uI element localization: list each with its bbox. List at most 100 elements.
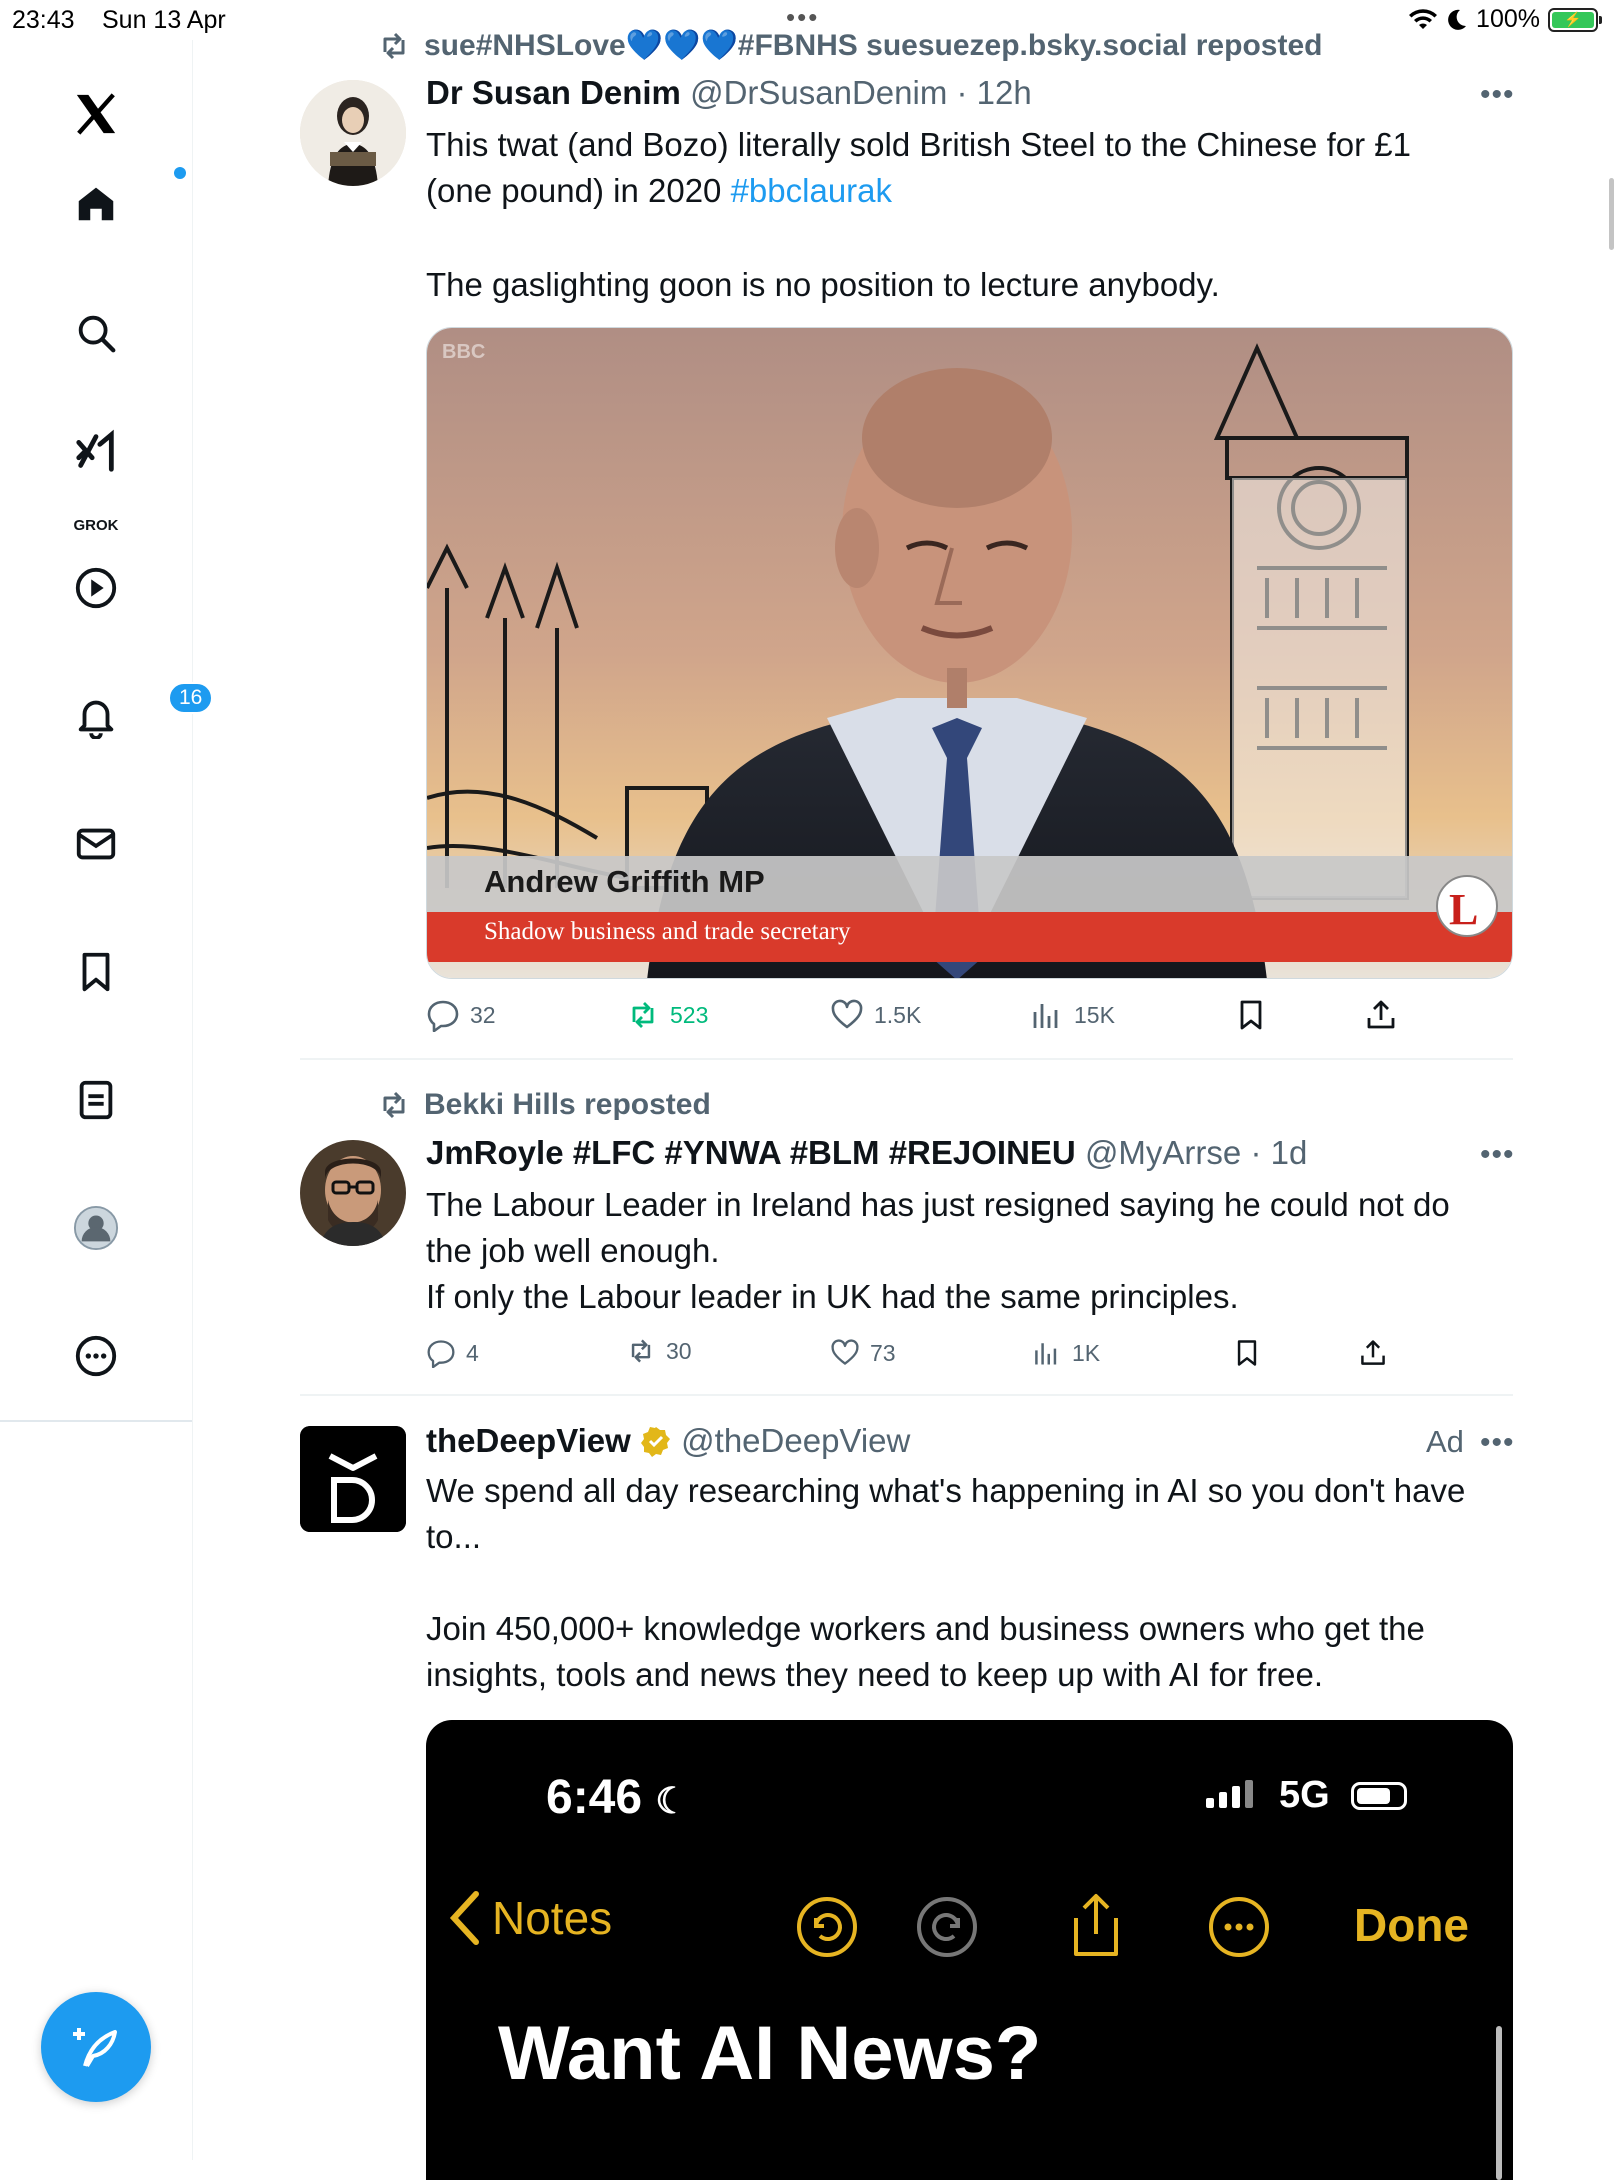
reply-button[interactable]: 32	[426, 998, 496, 1032]
bookmarks-icon[interactable]	[70, 946, 122, 998]
repost-button[interactable]: 523	[626, 998, 708, 1032]
repost-button[interactable]: 30	[626, 1336, 692, 1366]
reply-button[interactable]: 4	[426, 1338, 479, 1368]
reply-count: 32	[470, 1001, 496, 1028]
notes-back-label: Notes	[492, 1892, 613, 1944]
tweet-divider	[300, 1058, 1513, 1060]
deepview-logo-icon	[300, 1426, 406, 1532]
verified-badge-icon	[640, 1427, 670, 1457]
like-button[interactable]: 73	[830, 1338, 896, 1368]
profile-avatar-icon[interactable]	[70, 1202, 122, 1254]
network-type: 5G	[1279, 1774, 1330, 1816]
bookmark-icon	[1240, 1000, 1262, 1030]
display-name[interactable]: JmRoyle #LFC #YNWA #BLM #REJOINEU	[426, 1134, 1076, 1171]
bookmark-button[interactable]	[1234, 998, 1268, 1032]
sidebar-divider	[0, 1420, 192, 1422]
svg-text:L: L	[1449, 885, 1478, 934]
repost-count: 30	[666, 1337, 692, 1364]
avatar[interactable]	[300, 1140, 406, 1246]
tweet-header: theDeepView @theDeepView	[426, 1422, 910, 1460]
phone-scrollbar	[1496, 2026, 1502, 2180]
views-count: 15K	[1074, 1001, 1115, 1028]
like-button[interactable]: 1.5K	[830, 998, 921, 1032]
svg-text:BBC: BBC	[442, 341, 485, 363]
feed-scrollbar[interactable]	[1609, 178, 1614, 250]
share-icon[interactable]	[1066, 1890, 1126, 1958]
lists-icon[interactable]	[70, 1074, 122, 1126]
tweet-text-body: This twat (and Bozo) literally sold Brit…	[426, 126, 1411, 209]
repost-indicator: Bekki Hills reposted	[378, 1088, 711, 1122]
grok-label: GROK	[73, 517, 119, 534]
display-name[interactable]: theDeepView	[426, 1422, 631, 1459]
like-count: 1.5K	[874, 1001, 922, 1028]
x-logo-icon[interactable]	[70, 88, 122, 140]
repost-icon	[383, 1091, 405, 1119]
ad-image[interactable]: 6:46 ☾ 5G Notes Done Want AI News?	[426, 1720, 1513, 2180]
repost-by-text[interactable]: sue#NHSLove💙💙💙#FBNHS suesuezep.bsky.soci…	[424, 28, 1322, 63]
share-button[interactable]	[1364, 998, 1398, 1032]
share-icon	[1367, 1000, 1395, 1029]
tweet-text-second-paragraph: The gaslighting goon is no position to l…	[426, 266, 1220, 303]
tweet-header: JmRoyle #LFC #YNWA #BLM #REJOINEU @MyArr…	[426, 1134, 1308, 1171]
display-name[interactable]: Dr Susan Denim	[426, 74, 681, 111]
phone-time: 6:46 ☾	[546, 1771, 688, 1824]
hashtag-link[interactable]: #bbclaurak	[731, 172, 892, 209]
avatar[interactable]	[300, 1426, 406, 1532]
search-icon[interactable]	[70, 307, 122, 359]
undo-icon[interactable]	[796, 1896, 858, 1958]
signal-bars-icon	[1206, 1780, 1253, 1808]
views-button[interactable]: 15K	[1030, 998, 1115, 1032]
more-menu-icon[interactable]: •••	[1480, 78, 1515, 112]
home-icon[interactable]	[70, 167, 186, 229]
handle[interactable]: @MyArrse	[1085, 1134, 1241, 1171]
share-button[interactable]	[1358, 1338, 1388, 1368]
more-options-icon[interactable]	[70, 1330, 122, 1382]
handle[interactable]: @theDeepView	[681, 1422, 910, 1459]
status-right: 100% ⚡	[1408, 5, 1602, 34]
like-count: 73	[870, 1339, 896, 1366]
compose-feather-icon	[73, 2028, 117, 2068]
ad-label: Ad	[1426, 1424, 1464, 1459]
repost-count: 523	[670, 1001, 709, 1028]
notifications-bell-icon[interactable]: 16	[70, 682, 214, 742]
tweet-text: This twat (and Bozo) literally sold Brit…	[426, 122, 1513, 214]
video-play-icon[interactable]	[70, 562, 122, 614]
heart-icon	[831, 1339, 859, 1365]
repost-by-text[interactable]: Bekki Hills reposted	[424, 1088, 711, 1122]
grok-icon[interactable]	[70, 426, 122, 478]
battery-icon: ⚡	[1548, 7, 1602, 32]
compose-post-button[interactable]	[41, 1992, 151, 2102]
repost-icon	[632, 1002, 654, 1028]
reply-icon	[427, 1000, 459, 1032]
notifications-badge: 16	[168, 682, 214, 714]
tweet-text: We spend all day researching what's happ…	[426, 1472, 1466, 1555]
redo-icon[interactable]	[916, 1896, 978, 1958]
chevron-left-icon	[449, 1891, 479, 1945]
analytics-bars-icon	[1035, 1343, 1057, 1365]
notes-back-button[interactable]: Notes	[446, 1890, 612, 1946]
timestamp[interactable]: 12h	[977, 74, 1032, 111]
sidebar: GROK 16	[0, 40, 214, 2160]
more-options-icon[interactable]	[1208, 1896, 1270, 1958]
bookmark-button[interactable]	[1232, 1338, 1262, 1368]
analytics-bars-icon	[1033, 1004, 1058, 1028]
reply-count: 4	[466, 1339, 479, 1366]
handle[interactable]: @DrSusanDenim	[690, 74, 947, 111]
home-unread-dot	[174, 167, 186, 179]
repost-indicator: sue#NHSLove💙💙💙#FBNHS suesuezep.bsky.soci…	[378, 28, 1322, 63]
reply-icon	[427, 1340, 455, 1368]
timestamp[interactable]: 1d	[1271, 1134, 1308, 1171]
tweet-divider	[300, 1394, 1513, 1396]
more-menu-icon[interactable]: •••	[1480, 1426, 1515, 1460]
lower-third-name: Andrew Griffith MP	[484, 864, 765, 899]
share-icon	[1361, 1340, 1385, 1365]
tweet-image[interactable]: L BBC Andrew Griffith MP Shadow business…	[426, 327, 1513, 979]
avatar[interactable]	[300, 80, 406, 186]
views-button[interactable]: 1K	[1032, 1338, 1100, 1368]
more-menu-icon[interactable]: •••	[1480, 1138, 1515, 1172]
done-button[interactable]: Done	[1354, 1898, 1469, 1952]
views-count: 1K	[1072, 1339, 1101, 1366]
tweet-text-second-paragraph: Join 450,000+ knowledge workers and busi…	[426, 1610, 1425, 1693]
wifi-icon	[1409, 8, 1438, 29]
messages-envelope-icon[interactable]	[70, 818, 122, 870]
